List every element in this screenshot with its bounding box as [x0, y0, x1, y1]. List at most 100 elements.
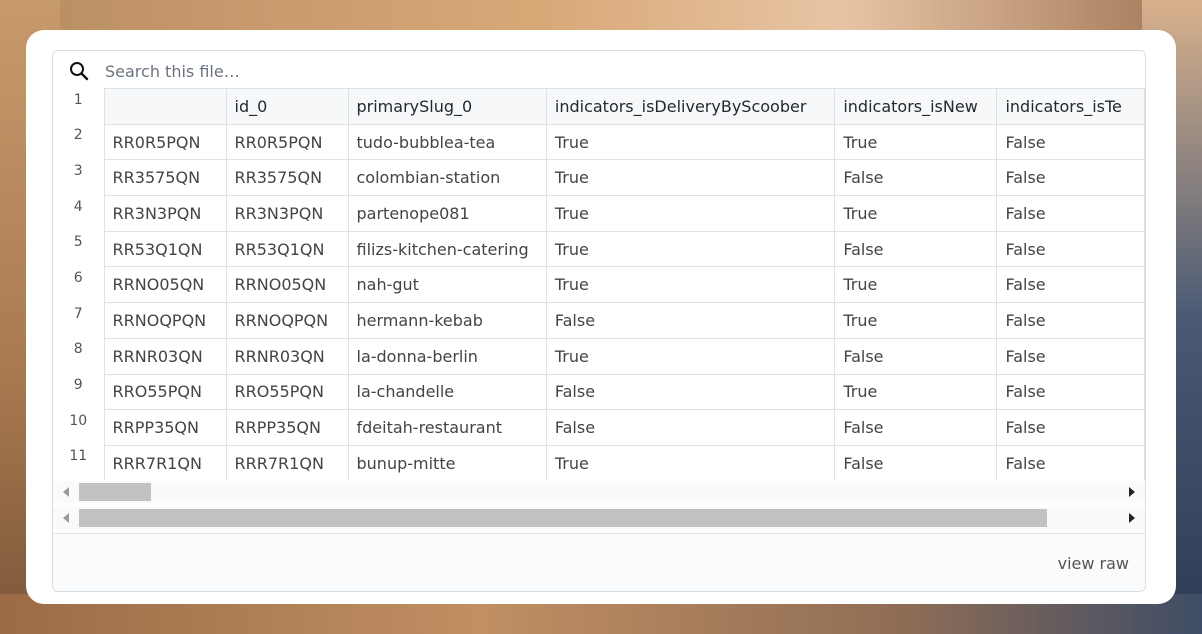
table-cell: False [545, 409, 836, 446]
table-cell: True [834, 373, 998, 411]
table-row: 4 RR3N3PQN RR3N3PQN partenope081 True True Fal… [53, 195, 1145, 232]
table-container: 1 id_0 primarySlug_0 indicators_isDelive… [53, 88, 1145, 480]
table-cell: RR3575QN [225, 159, 349, 197]
search-input[interactable] [103, 57, 707, 85]
line-number: 6 [53, 266, 105, 303]
table-cell: True [545, 444, 836, 480]
table-cell: hermann-kebab [347, 302, 547, 339]
arrow-right-icon[interactable] [1129, 513, 1135, 523]
page-horizontal-scrollbar[interactable] [53, 507, 1145, 529]
table-cell: partenope081 [347, 195, 547, 232]
table-cell: RR0R5PQN [103, 123, 227, 161]
line-number: 1 [53, 88, 105, 125]
table-cell: fdeitah-restaurant [347, 409, 547, 446]
table-cell: True [834, 123, 998, 161]
table-cell: RR53Q1QN [225, 230, 349, 268]
table-cell: RRNO05QN [225, 266, 349, 304]
table-cell: RRPP35QN [103, 409, 227, 446]
table-cell: False [545, 302, 836, 339]
table-row: 9 RRO55PQN RRO55PQN la-chandelle False True Fa… [53, 373, 1145, 411]
table-cell: RRNOQPQN [103, 302, 227, 339]
table-cell: RR3575QN [103, 159, 227, 197]
table-cell: False [996, 302, 1145, 339]
table-cell: False [996, 444, 1145, 480]
data-table: 1 id_0 primarySlug_0 indicators_isDelive… [53, 88, 1145, 480]
table-cell: RRPP35QN [225, 409, 349, 446]
table-cell: True [545, 123, 836, 161]
table-cell: False [834, 159, 998, 197]
table-row: 3 RR3575QN RR3575QN colombian-station True Fa… [53, 159, 1145, 197]
scrollbar-thumb[interactable] [79, 483, 151, 501]
table-cell: RRO55PQN [103, 373, 227, 411]
table-row: 2 RR0R5PQN RR0R5PQN tudo-bubblea-tea True Tru… [53, 123, 1145, 161]
scrollbar-thumb[interactable] [79, 509, 1047, 527]
column-header: id_0 [225, 88, 349, 125]
table-cell: False [996, 409, 1145, 446]
table-cell: RRNR03QN [103, 337, 227, 375]
table-row: 11 RRR7R1QN RRR7R1QN bunup-mitte True False Fa… [53, 444, 1145, 480]
table-row: 10 RRPP35QN RRPP35QN fdeitah-restaurant Fals… [53, 409, 1145, 446]
table-cell: True [834, 302, 998, 339]
table-cell: bunup-mitte [347, 444, 547, 480]
table-row: 7 RRNOQPQN RRNOQPQN hermann-kebab False True F… [53, 302, 1145, 339]
file-footer: view raw [53, 533, 1145, 591]
table-cell: False [834, 444, 998, 480]
table-cell: RR3N3PQN [103, 195, 227, 232]
line-number: 11 [53, 445, 105, 480]
view-raw-link[interactable]: view raw [1058, 554, 1129, 573]
table-row: 5 RR53Q1QN RR53Q1QN filizs-kitchen-catering… [53, 230, 1145, 268]
table-cell: False [834, 409, 998, 446]
line-number: 8 [53, 338, 105, 374]
column-header: primarySlug_0 [347, 88, 547, 125]
table-cell: la-chandelle [347, 373, 547, 411]
table-cell: False [834, 230, 998, 268]
search-bar [53, 51, 1145, 88]
table-cell: False [996, 373, 1145, 411]
table-cell: False [834, 337, 998, 375]
table-cell: True [545, 230, 836, 268]
table-cell: False [996, 230, 1145, 268]
table-cell: True [545, 195, 836, 232]
table-cell: True [545, 337, 836, 375]
table-cell: la-donna-berlin [347, 337, 547, 375]
table-header-row: 1 id_0 primarySlug_0 indicators_isDelive… [53, 88, 1145, 125]
table-cell: False [996, 123, 1145, 161]
line-number: 7 [53, 302, 105, 339]
line-number: 4 [53, 195, 105, 232]
table-cell: RRO55PQN [225, 373, 349, 411]
table-cell: True [545, 266, 836, 304]
table-cell: RR53Q1QN [103, 230, 227, 268]
table-cell: False [996, 195, 1145, 232]
line-number: 2 [53, 124, 105, 160]
table-row: 6 RRNO05QN RRNO05QN nah-gut True True False [53, 266, 1145, 304]
table-horizontal-scrollbar[interactable] [53, 481, 1145, 503]
csv-file-viewer: 1 id_0 primarySlug_0 indicators_isDelive… [52, 50, 1146, 592]
content-card: 1 id_0 primarySlug_0 indicators_isDelive… [26, 30, 1176, 604]
table-cell: filizs-kitchen-catering [347, 230, 547, 268]
table-cell: False [996, 337, 1145, 375]
table-cell: False [545, 373, 836, 411]
line-number: 10 [53, 409, 105, 446]
arrow-right-icon[interactable] [1129, 487, 1135, 497]
table-cell: True [834, 266, 998, 304]
table-cell: RR3N3PQN [225, 195, 349, 232]
line-number: 9 [53, 374, 105, 410]
table-cell: False [996, 159, 1145, 197]
table-cell: colombian-station [347, 159, 547, 197]
table-cell: RRR7R1QN [103, 444, 227, 480]
table-cell: RRNR03QN [225, 337, 349, 375]
column-header: indicators_isDeliveryByScoober [545, 88, 836, 125]
column-header: indicators_isTe [996, 88, 1145, 125]
table-cell: RRNOQPQN [225, 302, 349, 339]
arrow-left-icon[interactable] [63, 487, 69, 497]
table-cell: RRNO05QN [103, 266, 227, 304]
search-icon [70, 62, 89, 81]
table-cell: nah-gut [347, 266, 547, 304]
table-cell: False [996, 266, 1145, 304]
line-number: 5 [53, 231, 105, 267]
table-cell: RRR7R1QN [225, 444, 349, 480]
table-cell: True [834, 195, 998, 232]
arrow-left-icon[interactable] [63, 513, 69, 523]
table-cell: RR0R5PQN [225, 123, 349, 161]
table-cell: True [545, 159, 836, 197]
